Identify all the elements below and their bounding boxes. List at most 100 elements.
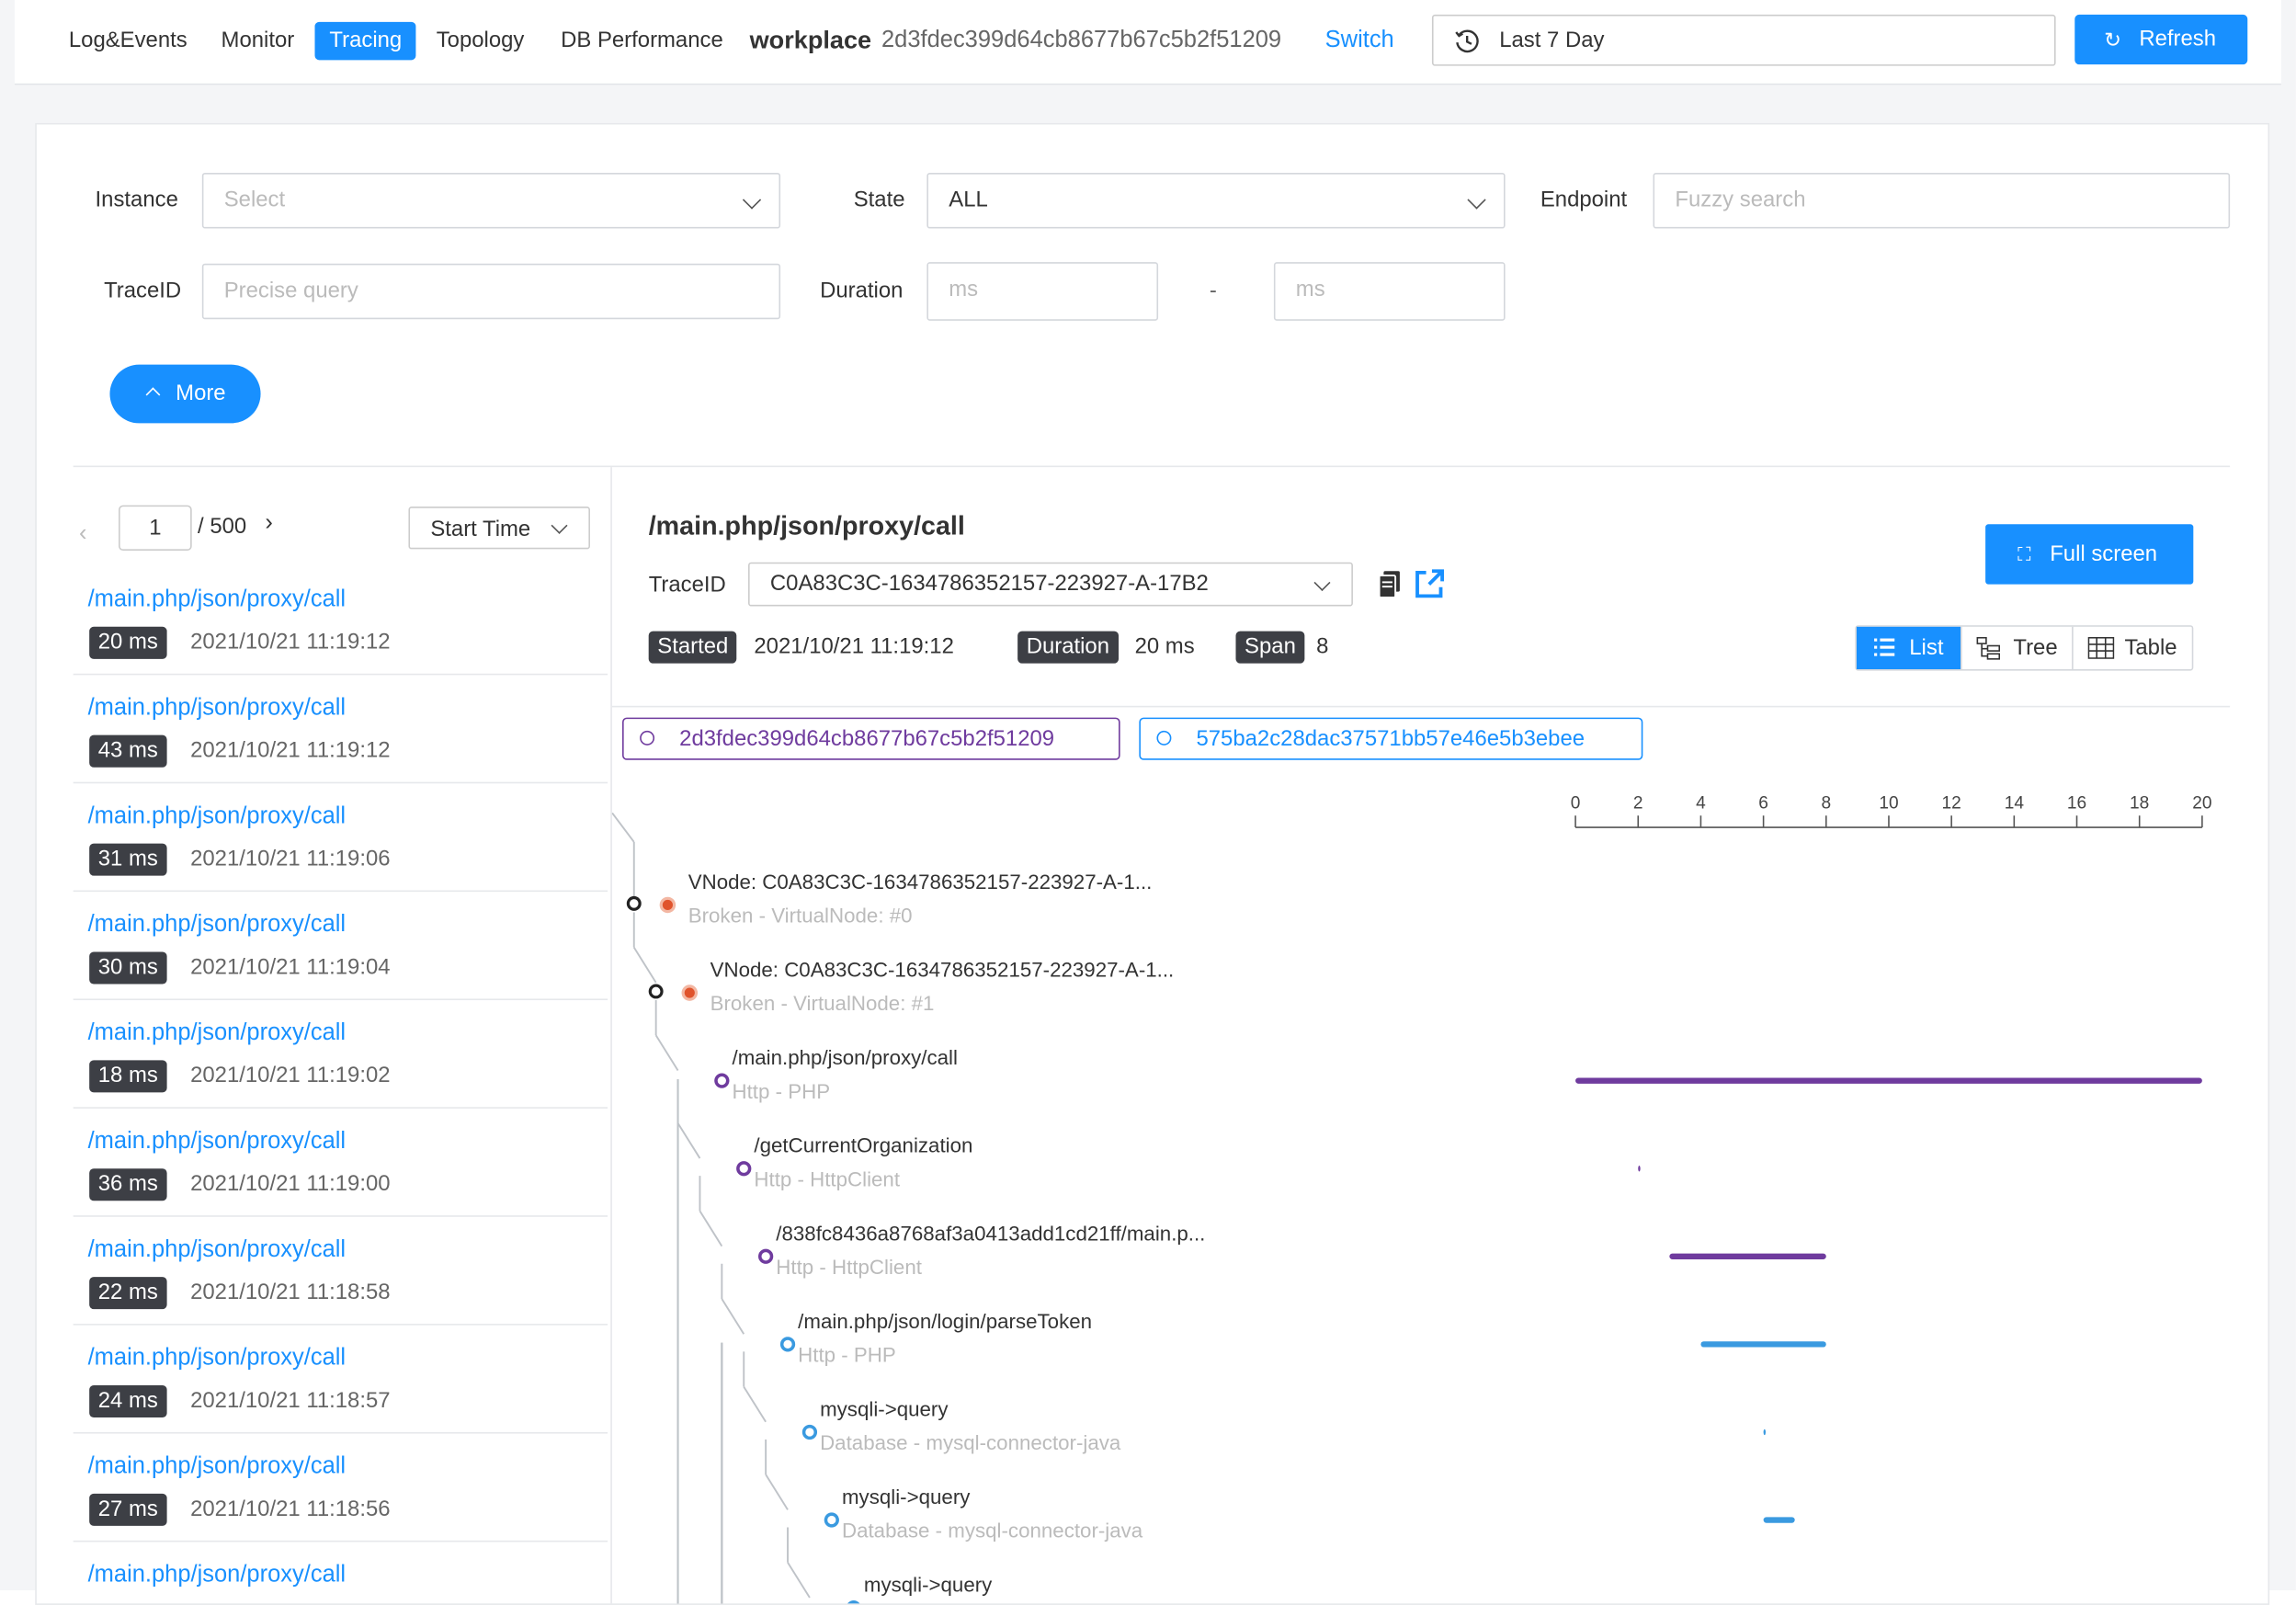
span-subtitle: Database - mysql-connector-java xyxy=(820,1430,1121,1454)
span-node[interactable] xyxy=(779,1337,796,1352)
nav-topology[interactable]: Topology xyxy=(422,22,540,60)
span-node[interactable] xyxy=(824,1512,839,1528)
full-screen-label: Full screen xyxy=(2050,541,2158,567)
trace-endpoint-link[interactable]: /main.php/json/proxy/call xyxy=(88,696,347,723)
span-duration-bar[interactable] xyxy=(1700,1341,1826,1348)
trace-list-item[interactable]: /main.php/json/proxy/call 36 ms 2021/10/21… xyxy=(73,1107,608,1217)
chevron-down-icon xyxy=(1467,190,1486,210)
span-name[interactable]: VNode: C0A83C3C-1634786352157-223927-A-1… xyxy=(710,958,1175,981)
span-count: 8 xyxy=(1316,633,1329,659)
refresh-button[interactable]: ↻ Refresh xyxy=(2074,14,2248,65)
chevron-right-icon[interactable]: › xyxy=(265,511,272,538)
copy-icon[interactable] xyxy=(1378,570,1401,599)
switch-workplace-link[interactable]: Switch xyxy=(1325,22,1394,60)
span-duration-bar[interactable] xyxy=(1763,1517,1795,1523)
span-name[interactable]: /838fc8436a8768af3a0413add1cd21ff/main.p… xyxy=(776,1222,1205,1245)
span-node[interactable] xyxy=(648,984,664,999)
span-name[interactable]: /getCurrentOrganization xyxy=(754,1133,972,1156)
span-node[interactable] xyxy=(736,1161,752,1177)
tree-connector xyxy=(787,1562,811,1599)
span-node[interactable] xyxy=(714,1073,730,1088)
time-range-value: Last 7 Day xyxy=(1499,28,1605,53)
span-duration-bar[interactable] xyxy=(1669,1253,1826,1259)
tab-list[interactable]: List xyxy=(1856,626,1961,670)
span-node[interactable] xyxy=(626,895,642,911)
nav-monitor[interactable]: Monitor xyxy=(207,22,310,60)
trace-list-item[interactable]: /main.php/json/proxy/call xyxy=(74,1541,608,1603)
trace-endpoint-link[interactable]: /main.php/json/proxy/call xyxy=(88,587,347,614)
service-tag[interactable]: 575ba2c28dac37571bb57e46e5b3ebee xyxy=(1139,717,1643,760)
span-duration-bar[interactable] xyxy=(1575,1077,2202,1084)
service-tag[interactable]: 2d3fdec399d64cb8677b67c5b2f51209 xyxy=(622,717,1120,760)
span-name[interactable]: mysqli->query xyxy=(842,1485,970,1508)
sort-select[interactable]: Start Time xyxy=(408,507,590,550)
span-name[interactable]: mysqli->query xyxy=(864,1573,992,1596)
trace-endpoint-link[interactable]: /main.php/json/proxy/call xyxy=(88,1237,347,1264)
traceid-input[interactable]: Precise query xyxy=(201,263,781,320)
span-node[interactable] xyxy=(847,1599,860,1605)
table-icon xyxy=(2087,636,2115,659)
tracing-panel: Instance Select State ALL Endpoint Fuzzy… xyxy=(35,122,2270,1605)
trace-start-time: 2021/10/21 11:19:02 xyxy=(190,1063,391,1088)
trace-endpoint-link[interactable]: /main.php/json/proxy/call xyxy=(88,912,347,939)
trace-list-item[interactable]: /main.php/json/proxy/call 20 ms 2021/10/21… xyxy=(73,565,608,676)
tab-table[interactable]: Table xyxy=(2072,626,2193,670)
chevron-left-icon[interactable]: ‹ xyxy=(79,521,86,548)
trace-start-time: 2021/10/21 11:18:58 xyxy=(190,1280,391,1305)
trace-list-item[interactable]: /main.php/json/proxy/call 30 ms 2021/10/21… xyxy=(73,891,608,1001)
trace-start-time: 2021/10/21 11:19:12 xyxy=(190,737,391,763)
app-root: Log&Events Monitor Tracing Topology DB P… xyxy=(0,0,2296,1605)
tree-connector xyxy=(632,947,657,984)
nav-db-performance[interactable]: DB Performance xyxy=(546,22,737,60)
span-subtitle: Broken - VirtualNode: #1 xyxy=(710,991,935,1015)
more-button[interactable]: More xyxy=(109,364,261,424)
span-name[interactable]: /main.php/json/login/parseToken xyxy=(798,1309,1092,1332)
tab-table-label: Table xyxy=(2124,635,2177,661)
span-name[interactable]: mysqli->query xyxy=(820,1397,948,1420)
trace-list-item[interactable]: /main.php/json/proxy/call 43 ms 2021/10/21… xyxy=(73,674,608,784)
trace-list-item[interactable]: /main.php/json/proxy/call 27 ms 2021/10/21… xyxy=(73,1432,608,1542)
span-name[interactable]: VNode: C0A83C3C-1634786352157-223927-A-1… xyxy=(688,870,1153,893)
trace-list-item[interactable]: /main.php/json/proxy/call 31 ms 2021/10/21… xyxy=(73,782,608,893)
external-link-icon[interactable] xyxy=(1413,568,1445,600)
page-number-input[interactable]: 1 xyxy=(119,505,192,551)
span-subtitle: Http - HttpClient xyxy=(754,1167,901,1191)
endpoint-placeholder: Fuzzy search xyxy=(1675,187,1806,212)
duration-separator: - xyxy=(1209,278,1217,303)
span-duration-bar[interactable] xyxy=(1638,1166,1641,1172)
span-duration-bar[interactable] xyxy=(1763,1429,1766,1436)
workplace-id: 2d3fdec399d64cb8677b67c5b2f51209 xyxy=(881,28,1282,53)
traceid-label: TraceID xyxy=(104,278,182,303)
trace-id-select[interactable]: C0A83C3C-1634786352157-223927-A-17B2 xyxy=(748,562,1353,607)
tab-tree[interactable]: Tree xyxy=(1961,626,2074,670)
trace-list-item[interactable]: /main.php/json/proxy/call 24 ms 2021/10/21… xyxy=(73,1324,608,1434)
service-id: 2d3fdec399d64cb8677b67c5b2f51209 xyxy=(679,726,1055,752)
trace-endpoint-link[interactable]: /main.php/json/proxy/call xyxy=(88,1129,347,1155)
trace-id-value: C0A83C3C-1634786352157-223927-A-17B2 xyxy=(769,571,1209,597)
tree-connector xyxy=(611,813,635,843)
trace-endpoint-link[interactable]: /main.php/json/proxy/call xyxy=(88,1020,347,1047)
state-select[interactable]: ALL xyxy=(926,172,1506,229)
span-name[interactable]: /main.php/json/proxy/call xyxy=(733,1045,958,1068)
span-subtitle: Http - PHP xyxy=(798,1342,896,1367)
duration-max-input[interactable]: ms xyxy=(1273,262,1506,321)
trace-duration-badge: 31 ms xyxy=(89,843,167,876)
nav-tracing[interactable]: Tracing xyxy=(314,21,417,61)
span-node[interactable] xyxy=(758,1248,774,1264)
trace-endpoint-link[interactable]: /main.php/json/proxy/call xyxy=(88,1454,347,1481)
time-range-picker[interactable]: Last 7 Day xyxy=(1431,14,2056,66)
trace-list-item[interactable]: /main.php/json/proxy/call 18 ms 2021/10/21… xyxy=(73,998,608,1109)
trace-duration-badge: 36 ms xyxy=(89,1168,167,1201)
chevron-down-icon xyxy=(1313,575,1331,592)
duration-min-input[interactable]: ms xyxy=(926,262,1159,321)
endpoint-input[interactable]: Fuzzy search xyxy=(1653,172,2231,229)
trace-endpoint-link[interactable]: /main.php/json/proxy/call xyxy=(88,1563,347,1589)
full-screen-button[interactable]: ⛶ Full screen xyxy=(1985,524,2194,585)
instance-label: Instance xyxy=(95,187,178,212)
nav-log-events[interactable]: Log&Events xyxy=(54,22,202,60)
instance-select[interactable]: Select xyxy=(201,172,781,229)
trace-endpoint-link[interactable]: /main.php/json/proxy/call xyxy=(88,804,347,831)
trace-list-item[interactable]: /main.php/json/proxy/call 22 ms 2021/10/21… xyxy=(73,1215,608,1326)
trace-endpoint-link[interactable]: /main.php/json/proxy/call xyxy=(88,1346,347,1372)
span-node[interactable] xyxy=(801,1424,818,1440)
